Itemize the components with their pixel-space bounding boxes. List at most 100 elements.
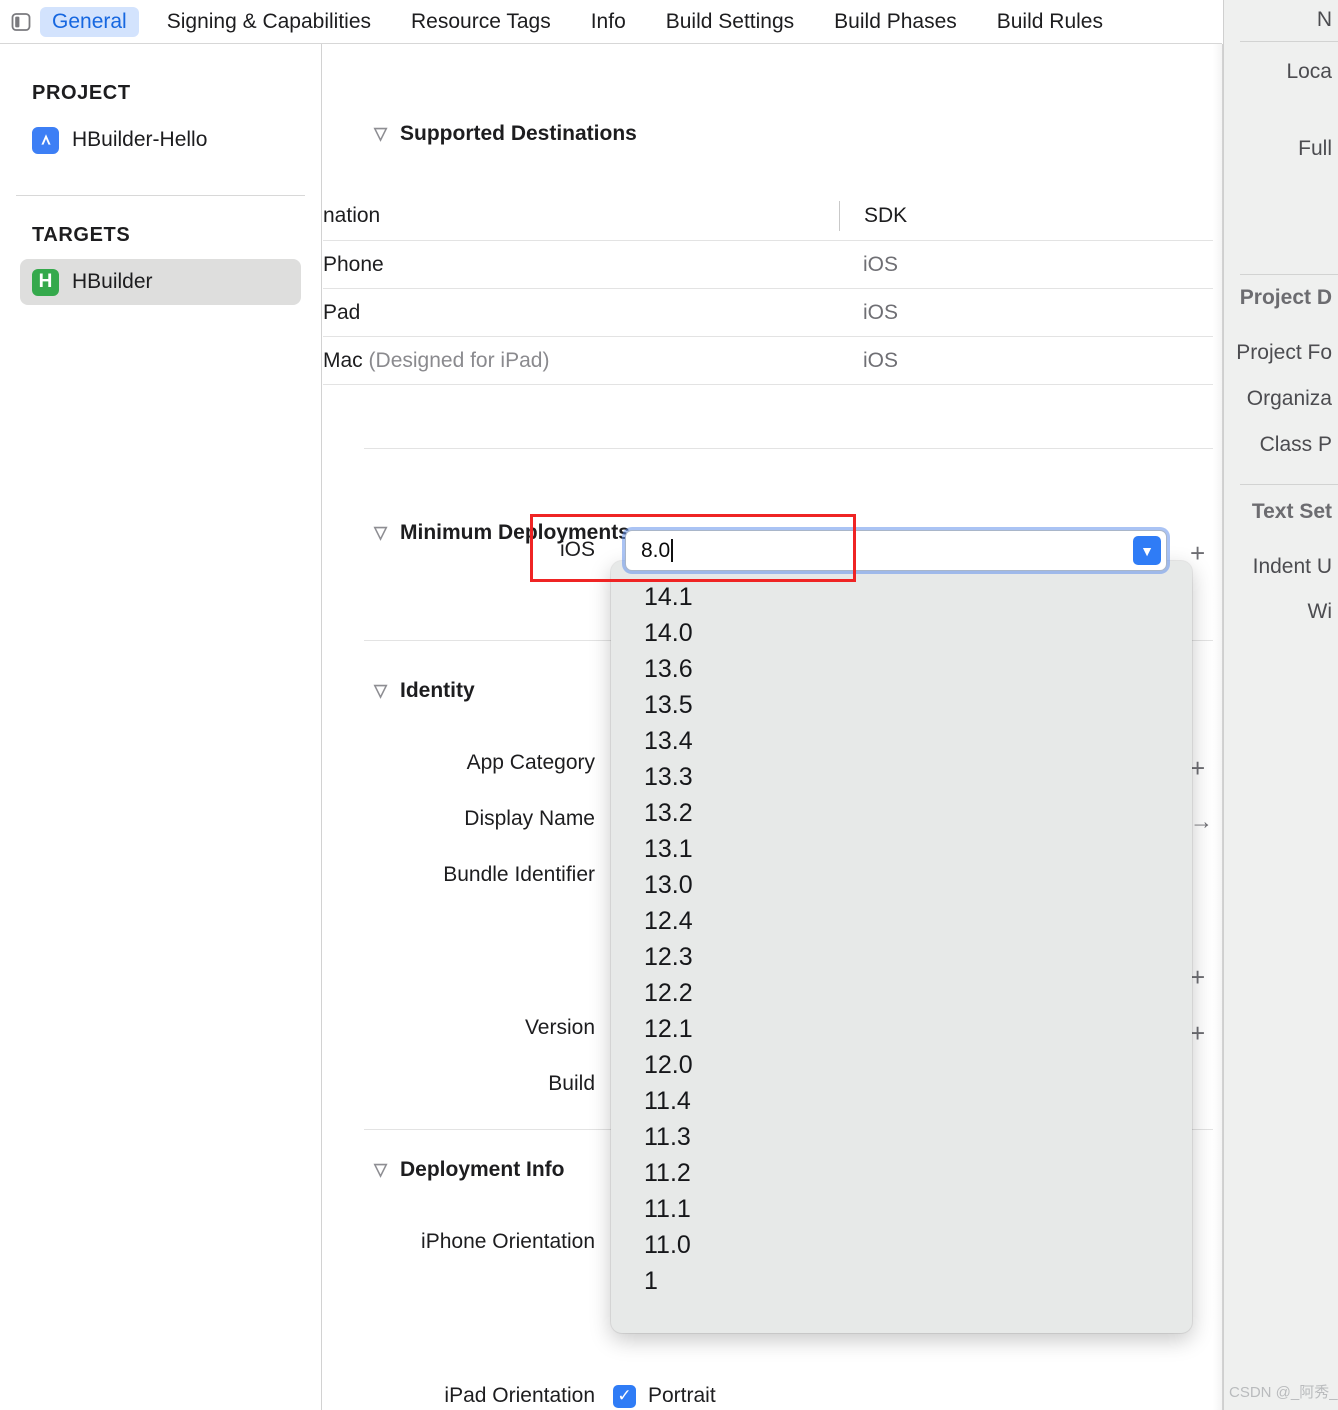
chevron-down-icon[interactable]: ▽ [374, 1160, 400, 1180]
tab-general[interactable]: General [40, 6, 139, 37]
dropdown-options: 14.2 14.1 14.0 13.6 13.5 13.4 13.3 13.2 … [611, 561, 1192, 1299]
dropdown-option[interactable]: 13.2 [611, 795, 1192, 831]
dropdown-option[interactable]: 1 [611, 1263, 1192, 1299]
dropdown-option[interactable]: 11.4 [611, 1083, 1192, 1119]
text-caret [671, 538, 674, 562]
dropdown-option[interactable]: 11.1 [611, 1191, 1192, 1227]
open-bundle-identifier-button[interactable]: → [1190, 810, 1213, 833]
destination-name: Phone [323, 252, 384, 276]
section-divider [364, 448, 1222, 449]
destination-sdk: iOS [863, 252, 899, 276]
destination-name: Mac (Designed for iPad) [323, 349, 839, 373]
project-section-header: PROJECT [32, 82, 131, 104]
identity-title: Identity [400, 679, 475, 702]
tab-build-rules[interactable]: Build Rules [985, 7, 1115, 37]
pane-divider[interactable] [1213, 44, 1223, 1410]
supported-destinations-table: nation SDK Phone iOS Pad iOS Mac (Design… [323, 192, 1222, 385]
tab-resource-tags[interactable]: Resource Tags [399, 7, 563, 37]
destination-name-text: Mac [323, 348, 363, 372]
field-label: Build [548, 1072, 595, 1095]
appstore-icon [32, 126, 59, 154]
inspector-label-organization: Organiza [1246, 387, 1332, 410]
checkbox-label: Portrait [648, 1384, 716, 1407]
inspector-label-name: N [1316, 8, 1332, 31]
add-build-button[interactable]: + [1190, 1020, 1205, 1046]
table-row[interactable]: Mac (Designed for iPad) iOS [323, 336, 1222, 384]
dropdown-option[interactable]: 11.0 [611, 1227, 1192, 1263]
dropdown-option[interactable]: 14.1 [611, 579, 1192, 615]
dropdown-option[interactable]: 13.4 [611, 723, 1192, 759]
destination-sdk: iOS [863, 348, 899, 372]
dropdown-option[interactable]: 11.2 [611, 1155, 1192, 1191]
supported-destinations-title: Supported Destinations [400, 122, 637, 145]
tab-build-phases[interactable]: Build Phases [822, 7, 969, 37]
add-deployment-button[interactable]: + [1190, 540, 1205, 566]
tab-signing-and-capabilities[interactable]: Signing & Capabilities [155, 7, 383, 37]
dropdown-option[interactable]: 13.6 [611, 651, 1192, 687]
watermark: CSDN @_阿秀_ [1229, 1384, 1338, 1401]
project-navigator-sidebar: PROJECT HBuilder-Hello TARGETS H HBuilde… [0, 44, 322, 1410]
inspector-label-indent-using: Indent U [1252, 555, 1332, 578]
identity-header[interactable]: ▽ Identity [374, 679, 475, 703]
field-label: Bundle Identifier [443, 863, 595, 886]
minimum-deployments-title: Minimum Deployments [400, 521, 630, 544]
table-bottom-divider [323, 384, 1222, 385]
sidebar-left-icon[interactable] [8, 9, 34, 35]
inspector-label-location: Loca [1286, 60, 1332, 83]
column-header-sdk: SDK [864, 204, 908, 227]
field-label: App Category [466, 751, 595, 774]
deployment-info-title: Deployment Info [400, 1158, 565, 1181]
dropdown-option[interactable]: 12.4 [611, 903, 1192, 939]
inspector-label-widths: Wi [1307, 600, 1333, 623]
dropdown-option[interactable]: 12.3 [611, 939, 1192, 975]
inspector-header-project-document: Project D [1239, 286, 1332, 309]
dropdown-option[interactable]: 12.2 [611, 975, 1192, 1011]
inspector-header-text-settings: Text Set [1251, 500, 1332, 523]
checkbox-portrait[interactable]: ✓ Portrait [613, 1384, 716, 1408]
column-header-destination: nation [323, 204, 381, 227]
destination-sdk: iOS [863, 300, 899, 324]
field-ipad-orientation: iPad Orientation ✓ Portrait [323, 1373, 1222, 1410]
inspector-label-full-path: Full [1298, 137, 1332, 160]
table-row[interactable]: Phone iOS [323, 240, 1222, 288]
chevron-down-icon[interactable]: ▽ [374, 681, 400, 701]
inspector-label-class-prefix: Class P [1259, 433, 1332, 456]
ios-platform-label: iOS [560, 538, 596, 561]
chevron-down-icon[interactable]: ▼ [1133, 536, 1161, 565]
minimum-deployment-dropdown-list[interactable]: 14.2 14.1 14.0 13.6 13.5 13.4 13.3 13.2 … [611, 561, 1192, 1333]
dropdown-option[interactable]: 13.0 [611, 867, 1192, 903]
table-header-row: nation SDK [323, 192, 1222, 240]
sidebar-item-target-hbuilder[interactable]: H HBuilder [20, 259, 301, 305]
destination-name: Pad [323, 300, 361, 324]
dropdown-option[interactable]: 13.1 [611, 831, 1192, 867]
field-label: Display Name [464, 807, 595, 830]
dropdown-option[interactable]: 13.5 [611, 687, 1192, 723]
chevron-down-icon[interactable]: ▽ [374, 124, 400, 144]
deployment-info-header[interactable]: ▽ Deployment Info [374, 1158, 565, 1182]
sidebar-item-target-label: HBuilder [72, 270, 153, 293]
tab-info[interactable]: Info [579, 7, 638, 37]
destination-name-suffix: (Designed for iPad) [368, 348, 550, 372]
dropdown-option[interactable]: 12.1 [611, 1011, 1192, 1047]
tab-build-settings[interactable]: Build Settings [654, 7, 806, 37]
add-display-name-button[interactable]: + [1190, 755, 1205, 781]
checkbox-icon[interactable]: ✓ [613, 1384, 636, 1408]
field-label: Version [524, 1016, 595, 1039]
supported-destinations-header[interactable]: ▽ Supported Destinations [374, 122, 637, 146]
minimum-deployment-input[interactable]: 8.0 [626, 538, 1133, 563]
dropdown-option[interactable]: 12.0 [611, 1047, 1192, 1083]
dropdown-option[interactable]: 14.0 [611, 615, 1192, 651]
file-inspector-panel: N Loca Full Project D Project Fo Organiz… [1223, 0, 1338, 1410]
chevron-down-icon[interactable]: ▽ [374, 523, 400, 543]
minimum-deployment-combobox[interactable]: 8.0 ▼ [625, 530, 1167, 571]
field-label: iPhone Orientation [421, 1230, 595, 1253]
inspector-divider [1240, 41, 1338, 42]
inspector-label-project-format: Project Fo [1236, 341, 1332, 364]
dropdown-option[interactable]: 13.3 [611, 759, 1192, 795]
table-row[interactable]: Pad iOS [323, 288, 1222, 336]
sidebar-item-project[interactable]: HBuilder-Hello [20, 117, 301, 163]
add-version-button[interactable]: + [1190, 964, 1205, 990]
dropdown-option[interactable]: 11.3 [611, 1119, 1192, 1155]
targets-section-header: TARGETS [32, 224, 131, 246]
inspector-divider [1240, 484, 1338, 485]
